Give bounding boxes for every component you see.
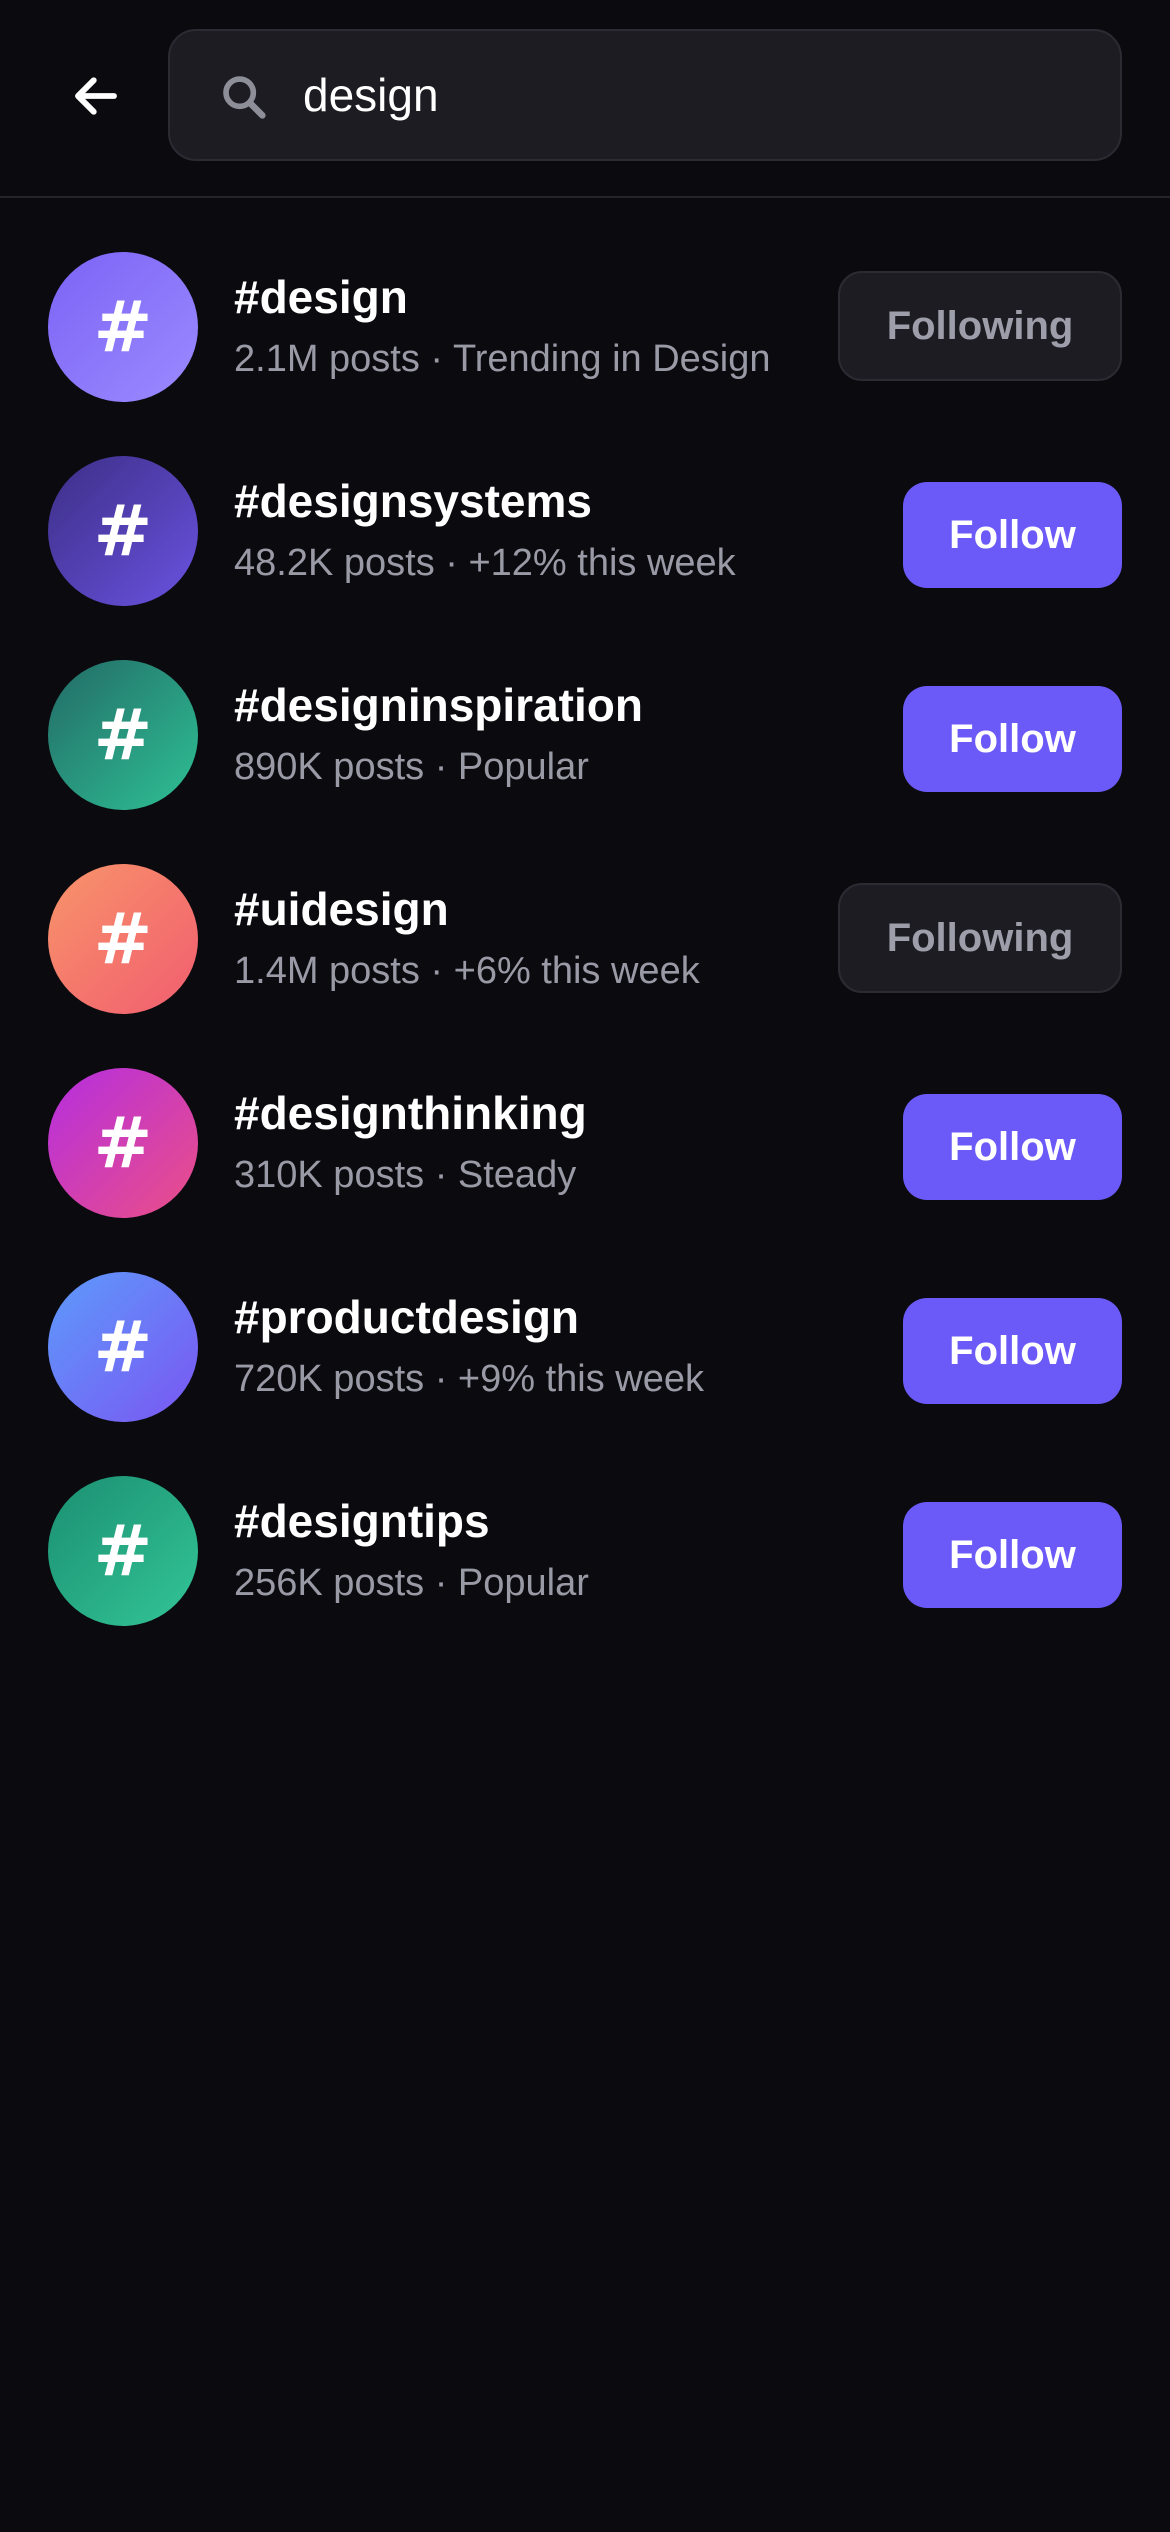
hashtag-name: #productdesign <box>234 1291 580 1343</box>
hashtag-name: #designthinking <box>234 1087 587 1139</box>
hashtag-name: #design <box>234 271 408 323</box>
hashtag-row[interactable]: # #designinspiration 890K posts · Popular F… <box>0 606 1170 810</box>
hashtag-avatar: # <box>48 660 198 810</box>
hashtag-row[interactable]: # #productdesign 720K posts · +9% this wee… <box>0 1218 1170 1422</box>
search-icon <box>223 76 266 119</box>
search-input[interactable] <box>303 55 1083 135</box>
hashtag-row[interactable]: # #designthinking 310K posts · Steady Follo… <box>0 1014 1170 1218</box>
hashtag-avatar: # <box>48 456 198 606</box>
hashtag-name: #uidesign <box>234 883 449 935</box>
search-bar[interactable] <box>168 29 1122 161</box>
hashtag-avatar: # <box>48 1068 198 1218</box>
hashtag-name: #designinspiration <box>234 679 643 731</box>
following-button[interactable]: Following <box>838 271 1122 381</box>
search-header <box>0 0 1170 198</box>
hashtag-avatar: # <box>48 864 198 1014</box>
hashtag-meta: 256K posts · Popular <box>234 1562 589 1604</box>
hashtag-avatar: # <box>48 252 198 402</box>
hashtag-row[interactable]: # #designsystems 48.2K posts · +12% this w… <box>0 402 1170 606</box>
arrow-left-icon <box>75 77 117 115</box>
hashtag-avatar: # <box>48 1272 198 1422</box>
hashtag-meta: 310K posts · Steady <box>234 1154 577 1196</box>
hashtag-meta: 720K posts · +9% this week <box>234 1358 704 1400</box>
hashtag-meta: 48.2K posts · +12% this week <box>234 542 736 584</box>
hashtag-meta: 890K posts · Popular <box>234 746 589 788</box>
hashtag-row[interactable]: # #designtips 256K posts · Popular Follow <box>0 1422 1170 1626</box>
back-button[interactable] <box>56 60 136 132</box>
follow-button[interactable]: Follow <box>903 1502 1122 1608</box>
follow-button[interactable]: Follow <box>903 1298 1122 1404</box>
following-button[interactable]: Following <box>838 883 1122 993</box>
hashtag-name: #designtips <box>234 1495 490 1547</box>
follow-button[interactable]: Follow <box>903 1094 1122 1200</box>
hashtag-avatar: # <box>48 1476 198 1626</box>
follow-button[interactable]: Follow <box>903 482 1122 588</box>
hashtag-name: #designsystems <box>234 475 592 527</box>
hashtag-row[interactable]: # #design 2.1M posts · Trending in Design F… <box>0 198 1170 402</box>
hashtag-meta: 1.4M posts · +6% this week <box>234 950 700 992</box>
follow-button[interactable]: Follow <box>903 686 1122 792</box>
hashtag-meta: 2.1M posts · Trending in Design <box>234 338 771 380</box>
hashtag-row[interactable]: # #uidesign 1.4M posts · +6% this week Foll… <box>0 810 1170 1014</box>
